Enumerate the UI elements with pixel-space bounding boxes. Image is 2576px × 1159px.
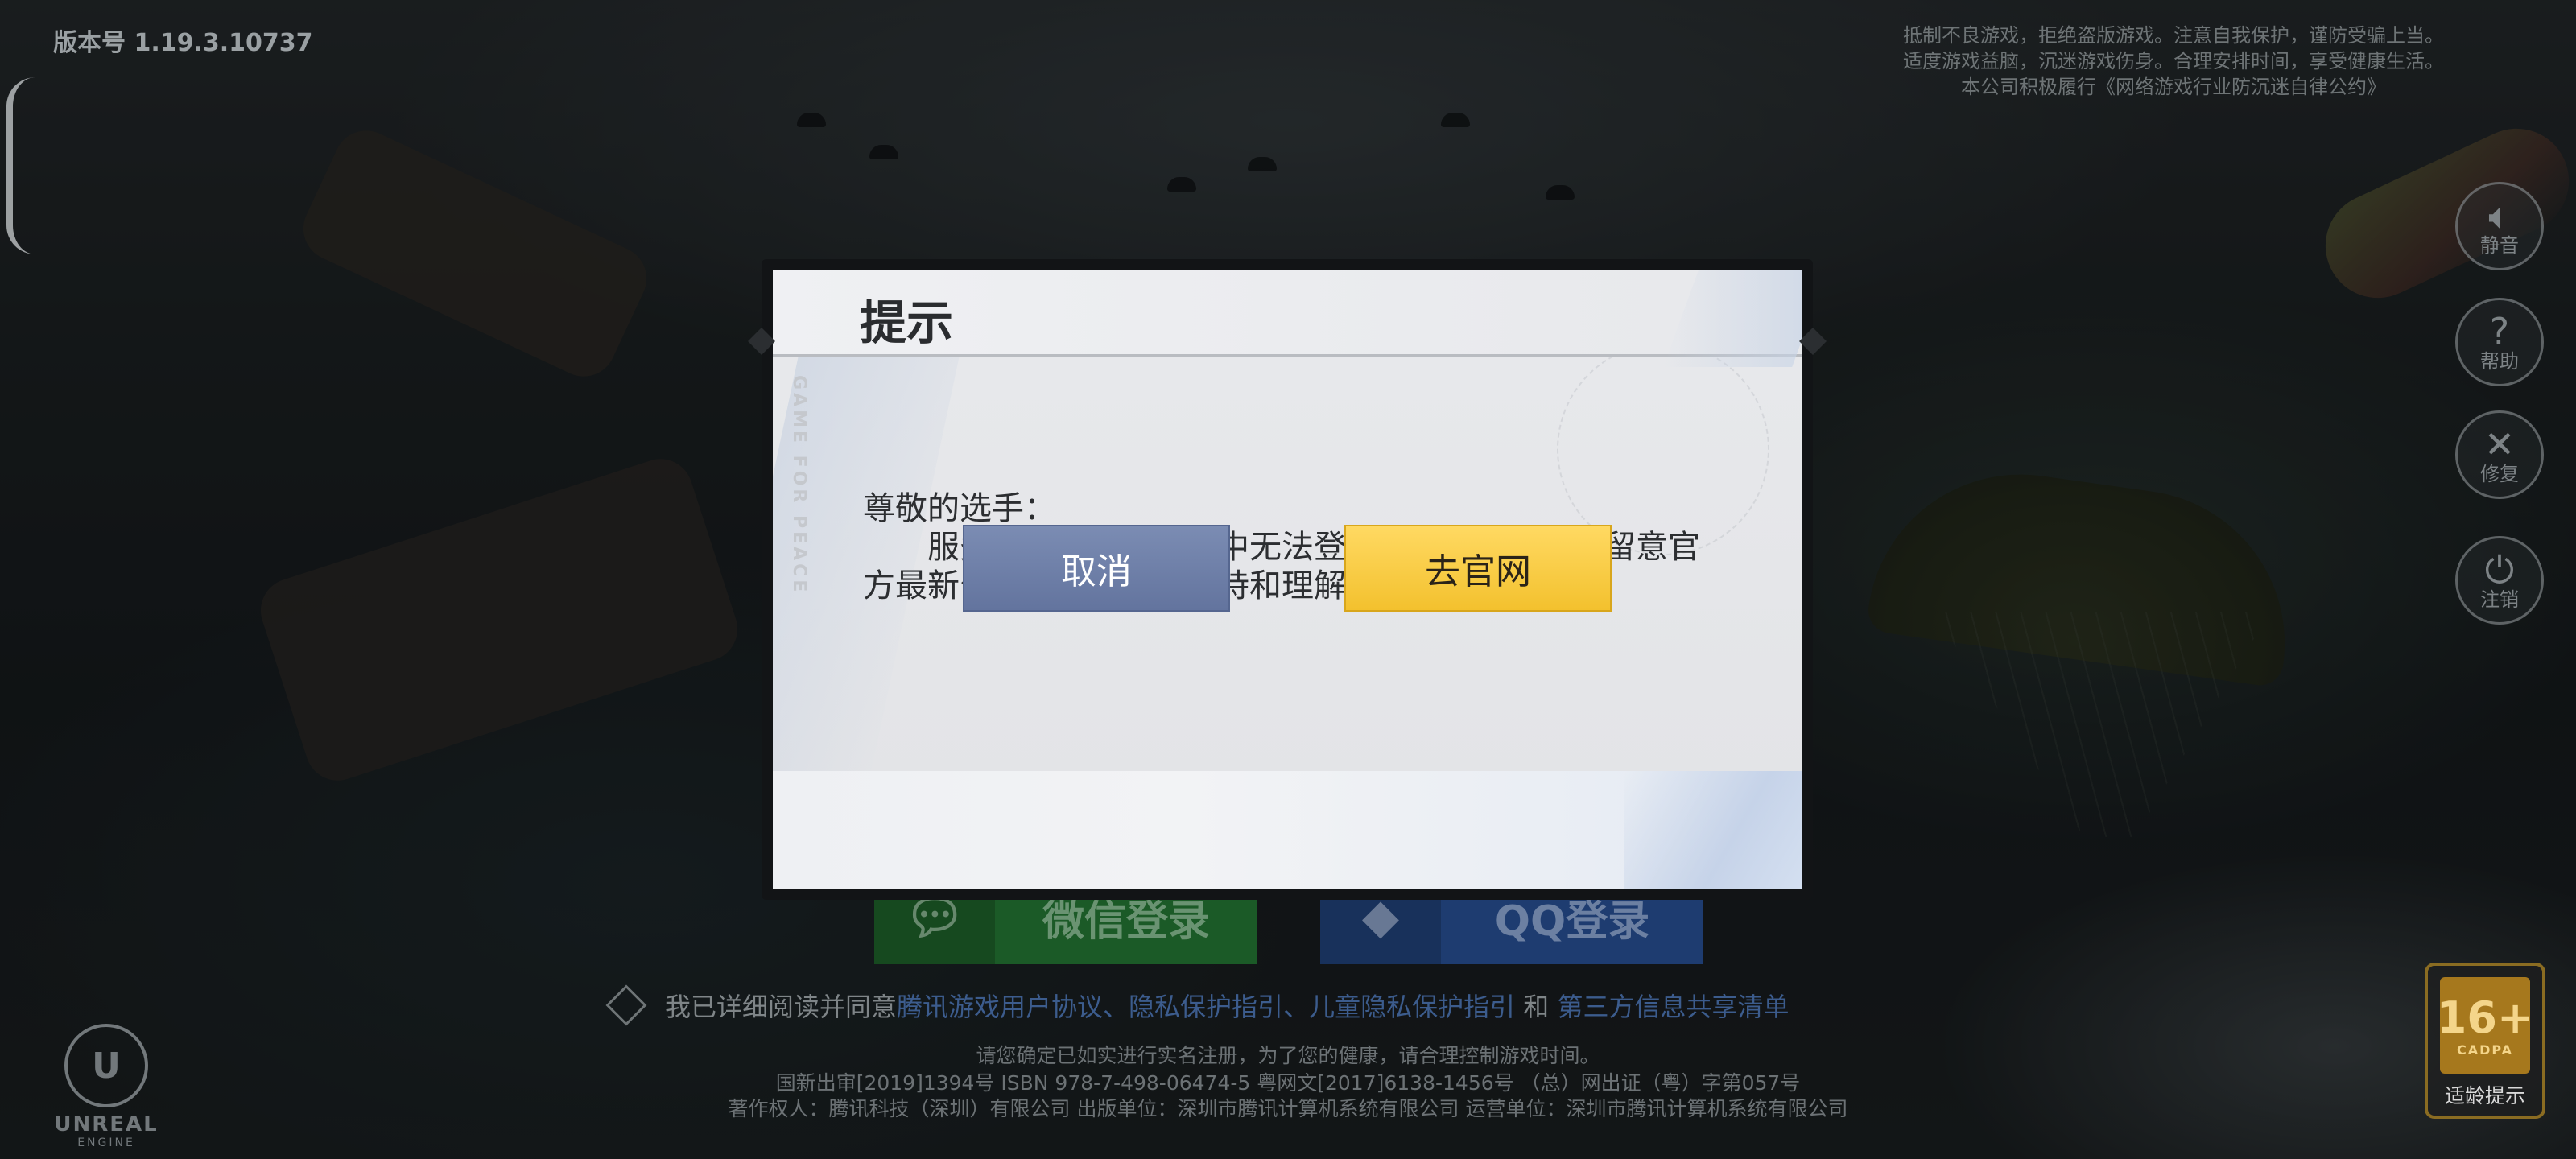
dialog-header: 提示 [773, 270, 1802, 367]
third-party-list-link[interactable]: 第三方信息共享清单 [1557, 987, 1789, 1024]
help-button[interactable]: ? 帮助 [2455, 298, 2544, 386]
left-drawer-handle[interactable] [6, 77, 35, 254]
logout-button[interactable]: ⏻ 注销 [2455, 536, 2544, 625]
health-notice-line: 本公司积极履行《网络游戏行业防沉迷自律公约》 [1961, 76, 2386, 98]
age-rating-value: 16+ [2436, 992, 2534, 1043]
user-agreement-link[interactable]: 腾讯游戏用户协议 [897, 987, 1103, 1024]
agreement-separator: 、 [1283, 992, 1310, 1022]
agreement-checkbox[interactable] [605, 984, 647, 1026]
repair-label: 修复 [2480, 463, 2519, 485]
help-label: 帮助 [2480, 350, 2519, 373]
dialog-title: 提示 [860, 295, 954, 350]
mute-button[interactable]: 🔈︎ 静音 [2455, 182, 2544, 270]
agreement-row: 我已详细阅读并同意 腾讯游戏用户协议 、 隐私保护指引 、 儿童隐私保护指引 和… [605, 984, 1789, 1026]
help-icon: ? [2489, 310, 2510, 353]
maintenance-dialog: 提示 GAME FOR PEACE 尊敬的选手： 服务器暂时处于维护中无法登陆，… [748, 259, 1827, 900]
dialog-decor-stripe [1663, 270, 1802, 367]
speaker-icon: 🔈︎ [2488, 194, 2511, 237]
agreement-prefix: 我已详细阅读并同意 [665, 992, 898, 1022]
age-rating-org: CADPA [2456, 1041, 2514, 1058]
wrench-icon: ✕ [2483, 423, 2516, 466]
unreal-u-icon: U [64, 1024, 148, 1107]
health-notice-line: 抵制不良游戏，拒绝盗版游戏。注意自我保护，谨防受骗上当。 [1903, 24, 2444, 47]
footer-health-line: 请您确定已如实进行实名注册，为了您的健康，请合理控制游戏时间。 [976, 1044, 1600, 1067]
age-rating-box: 16+ CADPA [2436, 977, 2534, 1074]
footer-copyright-line: 著作权人：腾讯科技（深圳）有限公司 出版单位：深圳市腾讯计算机系统有限公司 运营… [728, 1097, 1848, 1120]
dialog-decor-text: GAME FOR PEACE [789, 375, 809, 596]
unreal-logo-subtitle: ENGINE [77, 1136, 135, 1149]
unreal-logo-title: UNREAL [54, 1112, 159, 1136]
repair-button[interactable]: ✕ 修复 [2455, 410, 2544, 499]
version-label: 版本号 1.19.3.10737 [53, 29, 313, 57]
cancel-button[interactable]: 取消 [963, 525, 1230, 612]
child-privacy-link[interactable]: 儿童隐私保护指引 [1309, 987, 1515, 1024]
health-notice-line: 适度游戏益脑，沉迷游戏伤身。合理安排时间，享受健康生活。 [1903, 50, 2444, 72]
dialog-panel: 提示 GAME FOR PEACE 尊敬的选手： 服务器暂时处于维护中无法登陆，… [773, 270, 1802, 889]
agreement-separator: 、 [1103, 992, 1129, 1022]
power-icon: ⏻ [2484, 548, 2515, 592]
dialog-decor-stripe [1624, 771, 1802, 889]
official-website-button[interactable]: 去官网 [1344, 525, 1612, 612]
mute-label: 静音 [2480, 234, 2519, 257]
logout-label: 注销 [2480, 588, 2519, 611]
age-rating-badge[interactable]: 16+ CADPA 适龄提示 [2425, 963, 2545, 1119]
age-rating-label: 适龄提示 [2444, 1084, 2525, 1107]
dialog-footer [773, 771, 1802, 889]
footer-license-line: 国新出审[2019]1394号 ISBN 978-7-498-06474-5 粤… [775, 1071, 1801, 1095]
unreal-engine-logo: U UNREAL ENGINE [50, 1024, 163, 1149]
agreement-and: 和 [1515, 992, 1558, 1022]
privacy-guide-link[interactable]: 隐私保护指引 [1129, 987, 1283, 1024]
health-notice: 抵制不良游戏，拒绝盗版游戏。注意自我保护，谨防受骗上当。 适度游戏益脑，沉迷游戏… [1868, 23, 2479, 100]
dialog-greeting: 尊敬的选手： [863, 490, 1056, 527]
